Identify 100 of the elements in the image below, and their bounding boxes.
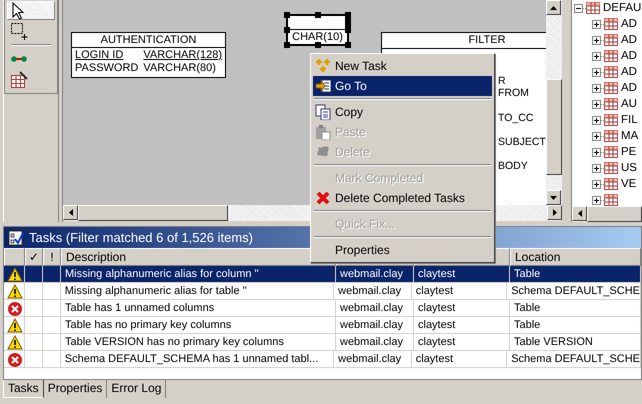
column-name: FROM xyxy=(498,87,529,100)
tree-item[interactable]: DEFAU xyxy=(572,0,642,16)
table-cell: webmail.clay xyxy=(334,283,412,300)
column-name: R xyxy=(498,75,506,88)
expand-icon[interactable] xyxy=(592,100,601,108)
expand-icon[interactable] xyxy=(592,196,601,204)
collapse-icon[interactable] xyxy=(574,4,583,12)
palette-tool[interactable] xyxy=(7,1,55,20)
up-arrow-icon[interactable] xyxy=(550,6,557,10)
connector-icon xyxy=(11,56,27,62)
table-cell: claytest xyxy=(412,351,508,368)
task-row[interactable]: Missing alphanumeric alias for table '' webmail.clay claytest Schema DEFAULT_SCHE xyxy=(4,283,641,300)
tree-item[interactable]: FIL xyxy=(572,112,642,128)
table-cell: Table xyxy=(510,266,641,283)
down-arrow-icon[interactable] xyxy=(550,196,557,200)
tree-item[interactable]: PE xyxy=(572,144,642,160)
table-icon xyxy=(604,66,618,78)
column-type: VARCHAR(128) xyxy=(143,49,222,62)
left-arrow-icon[interactable] xyxy=(578,210,582,217)
resize-handle[interactable] xyxy=(345,27,351,33)
table-cell: Table xyxy=(510,317,641,334)
table-cell: claytest xyxy=(414,334,510,351)
add-task-icon xyxy=(315,58,331,74)
table-cell: Table xyxy=(510,300,641,317)
cross-icon xyxy=(315,190,331,206)
column-name: PASSWORD xyxy=(75,62,138,75)
column-header[interactable]: Description xyxy=(61,248,336,266)
warning-icon xyxy=(7,266,23,282)
tree-item[interactable]: MA xyxy=(572,128,642,144)
table-cell: Schema DEFAULT_SCHEMA has 1 unnamed tabl... xyxy=(60,351,334,368)
clipboard-icon xyxy=(315,124,331,140)
horizontal-scrollbar[interactable] xyxy=(572,206,642,222)
selected-shape[interactable]: CHAR(10) xyxy=(286,14,349,46)
view-tab[interactable]: Tasks xyxy=(3,380,44,398)
table-icon xyxy=(604,162,618,174)
table-cell: claytest xyxy=(414,317,510,334)
tree-item[interactable]: AU xyxy=(572,96,642,112)
expand-icon[interactable] xyxy=(592,84,601,92)
expand-icon[interactable] xyxy=(592,180,601,188)
table-cell: claytest xyxy=(414,300,510,317)
tree-item[interactable]: AD xyxy=(572,48,642,64)
table-icon xyxy=(604,130,618,142)
table-icon xyxy=(604,34,618,46)
table-icon xyxy=(11,71,28,88)
menu-item[interactable]: Copy xyxy=(313,102,492,122)
resize-handle[interactable] xyxy=(315,42,321,48)
resize-handle[interactable] xyxy=(284,12,290,18)
view-tab[interactable]: Error Log xyxy=(107,380,166,398)
go-to-icon xyxy=(315,78,331,94)
tree-item[interactable]: AD xyxy=(572,64,642,80)
table-cell: Missing alphanumeric alias for table '' xyxy=(60,283,334,300)
expand-icon[interactable] xyxy=(592,68,601,76)
tree-item[interactable]: US xyxy=(572,160,642,176)
table-title: AUTHENTICATION xyxy=(72,33,226,48)
tasks-icon xyxy=(8,230,24,246)
left-arrow-icon[interactable] xyxy=(68,209,72,216)
warning-icon xyxy=(7,318,23,332)
expand-icon[interactable] xyxy=(592,164,601,172)
view-tab[interactable]: Properties xyxy=(44,380,108,398)
expand-icon[interactable] xyxy=(592,20,601,28)
vertical-scrollbar[interactable] xyxy=(546,0,562,205)
column-type: VARCHAR(80) xyxy=(143,62,217,75)
table-cell: webmail.clay xyxy=(336,317,414,334)
warning-icon xyxy=(7,334,23,350)
table-icon xyxy=(604,178,618,190)
column-header[interactable]: ! xyxy=(43,248,61,266)
expand-icon[interactable] xyxy=(592,132,601,140)
expand-icon[interactable] xyxy=(592,116,601,124)
menu-item[interactable]: Go To xyxy=(313,76,492,96)
column-header[interactable]: ✓ xyxy=(25,248,43,266)
table-cell: Table VERSION xyxy=(510,334,641,351)
table-cell: claytest xyxy=(412,283,508,300)
tree-item[interactable]: AD xyxy=(572,80,642,96)
entity-table[interactable]: AUTHENTICATION LOGIN ID VARCHAR(128) PASSWORD VARCHAR(80) xyxy=(71,32,226,78)
task-row[interactable]: Table has no primary key columns webmail.clay claytest Table xyxy=(4,317,641,334)
resize-handle[interactable] xyxy=(284,42,290,48)
expand-icon[interactable] xyxy=(592,148,601,156)
column-header[interactable] xyxy=(4,248,25,266)
table-cell: webmail.clay xyxy=(334,351,412,368)
pointer-icon xyxy=(12,2,24,20)
menu-item[interactable]: Delete Completed Tasks xyxy=(313,188,492,208)
task-row[interactable]: Table has 1 unnamed columns webmail.clay claytest Table xyxy=(4,300,641,317)
expand-icon[interactable] xyxy=(592,36,601,44)
expand-icon[interactable] xyxy=(592,52,601,60)
table-cell: webmail.clay xyxy=(336,266,414,283)
task-row[interactable]: Missing alphanumeric alias for column '' webmail.clay claytest Table xyxy=(4,266,641,283)
resize-handle[interactable] xyxy=(284,27,290,33)
menu-item[interactable]: New Task xyxy=(313,56,492,76)
right-arrow-icon[interactable] xyxy=(552,209,556,216)
table-cell: Schema DEFAULT_SCHE xyxy=(507,283,641,300)
task-row[interactable]: Table VERSION has no primary key columns webmail.clay claytest Table VERSION xyxy=(4,334,641,351)
column-name: LOGIN ID xyxy=(75,49,124,62)
tree-item[interactable]: AD xyxy=(572,32,642,48)
tree-item[interactable]: AD xyxy=(572,16,642,32)
column-header[interactable]: Location xyxy=(510,248,641,266)
tree-item[interactable]: VE xyxy=(572,176,642,192)
resize-handle[interactable] xyxy=(315,12,321,18)
table-cell: Table VERSION has no primary key columns xyxy=(61,334,336,351)
resize-handle[interactable] xyxy=(345,42,351,48)
task-row[interactable]: Schema DEFAULT_SCHEMA has 1 unnamed tabl... webmail.clay claytest Schema DEFAULT_SCHE xyxy=(4,351,641,368)
